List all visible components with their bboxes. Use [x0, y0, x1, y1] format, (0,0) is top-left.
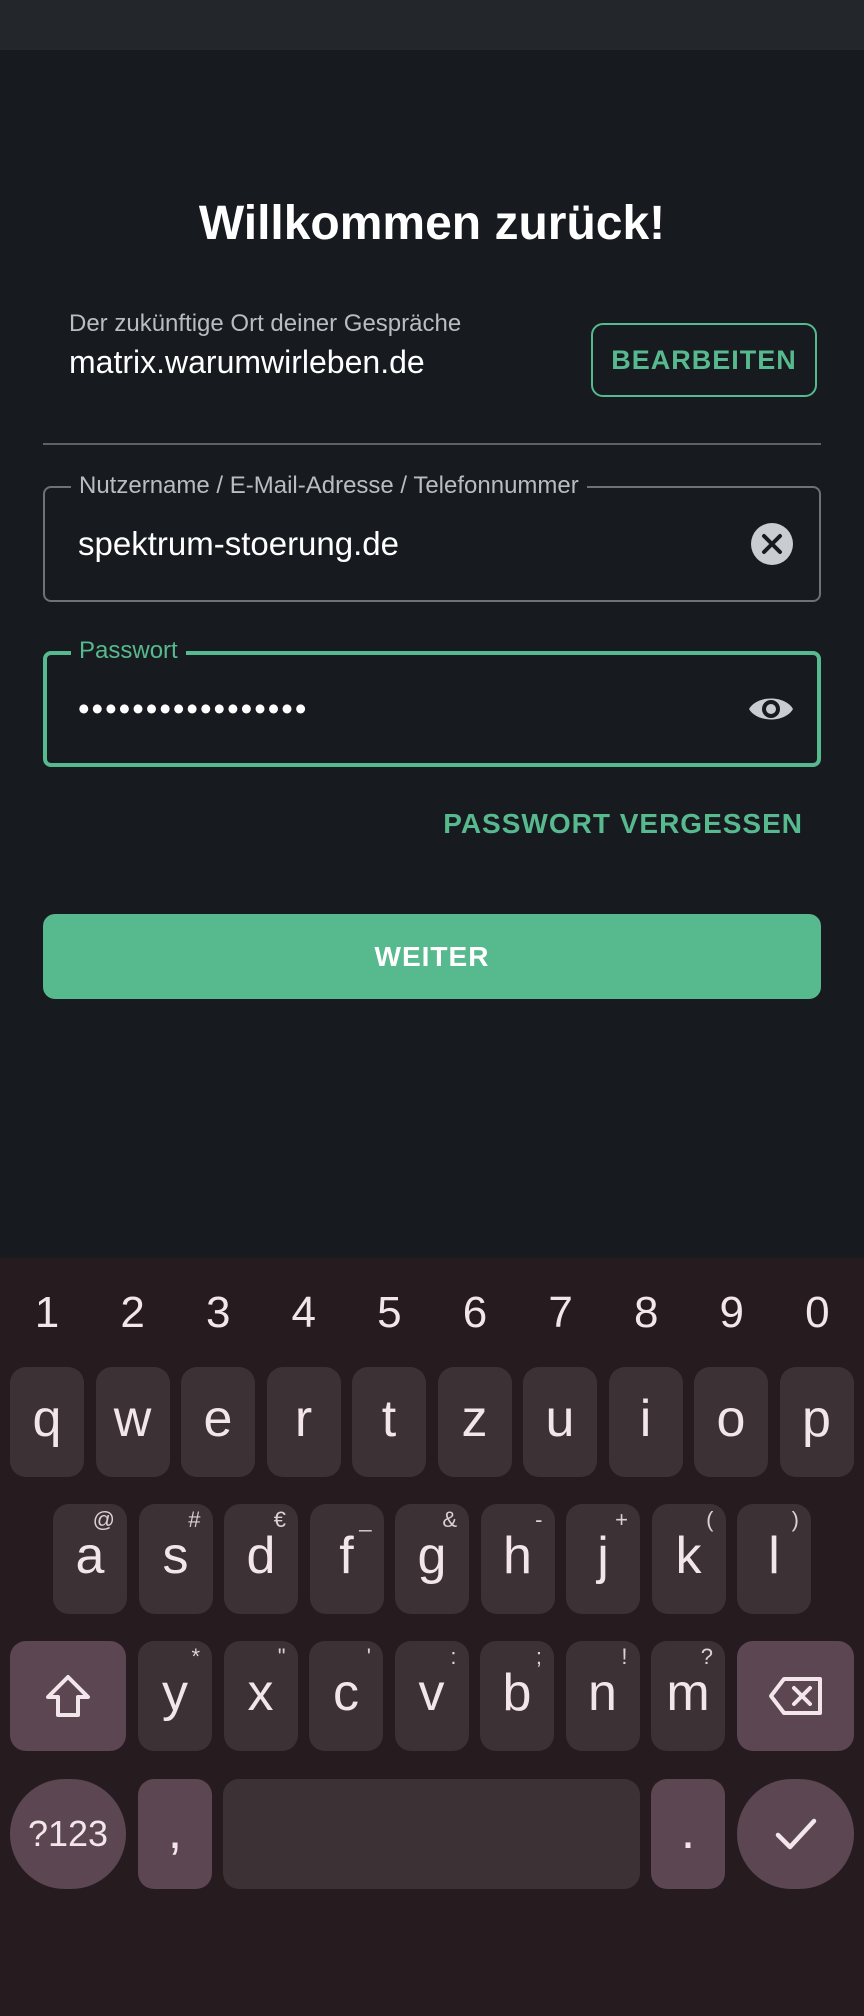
- key-j[interactable]: j +: [566, 1504, 640, 1614]
- key-label: f: [339, 1527, 354, 1585]
- space-key[interactable]: [223, 1779, 640, 1889]
- key-a[interactable]: a @: [53, 1504, 127, 1614]
- key-hint: ;: [535, 1644, 542, 1669]
- number-key[interactable]: 7: [518, 1280, 604, 1346]
- username-input[interactable]: spektrum-stoerung.de: [78, 525, 399, 563]
- key-hint: ): [791, 1507, 799, 1532]
- symbols-key[interactable]: ?123: [10, 1779, 126, 1889]
- key-k[interactable]: k(: [651, 1504, 726, 1614]
- password-input[interactable]: •••••••••••••••••: [78, 690, 308, 728]
- clear-icon[interactable]: [750, 522, 794, 566]
- number-key[interactable]: 6: [432, 1280, 518, 1346]
- period-key[interactable]: .: [651, 1779, 725, 1889]
- key-r[interactable]: r: [266, 1367, 341, 1477]
- key-hint: *: [191, 1644, 200, 1669]
- page-title: Willkommen zurück!: [198, 197, 666, 250]
- key-s[interactable]: s #: [138, 1504, 213, 1614]
- key-label: x: [247, 1664, 274, 1722]
- key-label: k: [675, 1527, 702, 1585]
- number-key[interactable]: 2: [90, 1280, 176, 1346]
- key-h[interactable]: h-: [480, 1504, 555, 1614]
- key-label: h: [503, 1527, 532, 1585]
- key-label: y: [162, 1664, 188, 1722]
- key-g[interactable]: g &: [395, 1504, 469, 1614]
- key-label: j: [597, 1527, 609, 1585]
- key-w[interactable]: w: [95, 1367, 170, 1477]
- key-hint: &: [442, 1507, 457, 1532]
- key-d[interactable]: d €: [224, 1504, 298, 1614]
- keyboard-number-row: 1234567890: [0, 1280, 864, 1346]
- forgot-password-link[interactable]: PASSWORT VERGESSEN: [443, 808, 803, 840]
- key-hint: !: [621, 1644, 628, 1669]
- server-subtitle: Der zukünftige Ort deiner Gespräche: [69, 310, 462, 337]
- key-hint: ': [366, 1644, 371, 1669]
- eye-icon[interactable]: [747, 691, 795, 727]
- comma-key[interactable]: ,: [138, 1779, 212, 1889]
- key-label: b: [502, 1664, 532, 1722]
- server-name: matrix.warumwirleben.de: [69, 344, 425, 380]
- shift-key[interactable]: [10, 1641, 126, 1751]
- key-z[interactable]: z: [437, 1367, 512, 1477]
- number-key[interactable]: 3: [175, 1280, 261, 1346]
- key-f[interactable]: f _: [309, 1504, 384, 1614]
- backspace-icon: [768, 1677, 822, 1715]
- key-hint: :: [450, 1644, 457, 1669]
- key-q[interactable]: q: [10, 1367, 84, 1477]
- key-label: l: [768, 1527, 780, 1585]
- username-field[interactable]: Nutzername / E-Mail-Adresse / Telefonnum…: [43, 471, 821, 602]
- edit-server-button[interactable]: BEARBEITEN: [591, 323, 817, 397]
- continue-button[interactable]: WEITER: [43, 914, 821, 999]
- key-label: a: [75, 1527, 105, 1585]
- number-key[interactable]: 0: [774, 1280, 860, 1346]
- number-key[interactable]: 8: [603, 1280, 689, 1346]
- key-label: n: [588, 1664, 617, 1722]
- key-c[interactable]: c ': [309, 1641, 383, 1751]
- key-label: m: [666, 1664, 710, 1722]
- key-i[interactable]: i: [608, 1367, 683, 1477]
- checkmark-icon: [775, 1818, 816, 1850]
- number-key[interactable]: 1: [4, 1280, 90, 1346]
- key-label: s: [162, 1527, 189, 1585]
- key-label: c: [333, 1664, 359, 1722]
- key-hint: +: [615, 1507, 628, 1532]
- key-label: d: [246, 1527, 276, 1585]
- number-key[interactable]: 5: [346, 1280, 432, 1346]
- key-b[interactable]: b;: [480, 1641, 554, 1751]
- key-hint: -: [535, 1507, 543, 1532]
- key-y[interactable]: y *: [138, 1641, 212, 1751]
- key-hint: ": [277, 1644, 286, 1669]
- status-bar: [0, 0, 864, 50]
- key-v[interactable]: v:: [394, 1641, 469, 1751]
- key-u[interactable]: u: [523, 1367, 597, 1477]
- divider: [43, 443, 821, 445]
- key-label: v: [418, 1664, 445, 1722]
- key-p[interactable]: p: [779, 1367, 854, 1477]
- key-n[interactable]: n!: [565, 1641, 640, 1751]
- number-key[interactable]: 9: [689, 1280, 775, 1346]
- key-o[interactable]: o: [694, 1367, 768, 1477]
- key-hint: ?: [700, 1644, 713, 1669]
- enter-key[interactable]: [737, 1779, 854, 1889]
- key-label: g: [417, 1527, 447, 1585]
- key-e[interactable]: e: [181, 1367, 255, 1477]
- key-hint: #: [188, 1507, 201, 1532]
- key-x[interactable]: x ": [223, 1641, 298, 1751]
- key-t[interactable]: t: [352, 1367, 426, 1477]
- key-hint: @: [92, 1507, 115, 1532]
- key-hint: €: [273, 1507, 286, 1532]
- key-hint: _: [359, 1507, 372, 1532]
- username-label: Nutzername / E-Mail-Adresse / Telefonnum…: [71, 471, 587, 501]
- number-key[interactable]: 4: [261, 1280, 347, 1346]
- soft-keyboard: 1234567890 qwertzuiop a @ s # d € f _ g & h - j + k(l)…: [0, 1258, 864, 2016]
- shift-icon: [46, 1675, 90, 1717]
- password-field[interactable]: Passwort •••••••••••••••••: [43, 636, 821, 767]
- key-hint: (: [706, 1507, 714, 1532]
- key-l[interactable]: l): [737, 1504, 811, 1614]
- key-m[interactable]: m?: [651, 1641, 725, 1751]
- password-label: Passwort: [71, 636, 186, 666]
- backspace-key[interactable]: [737, 1641, 854, 1751]
